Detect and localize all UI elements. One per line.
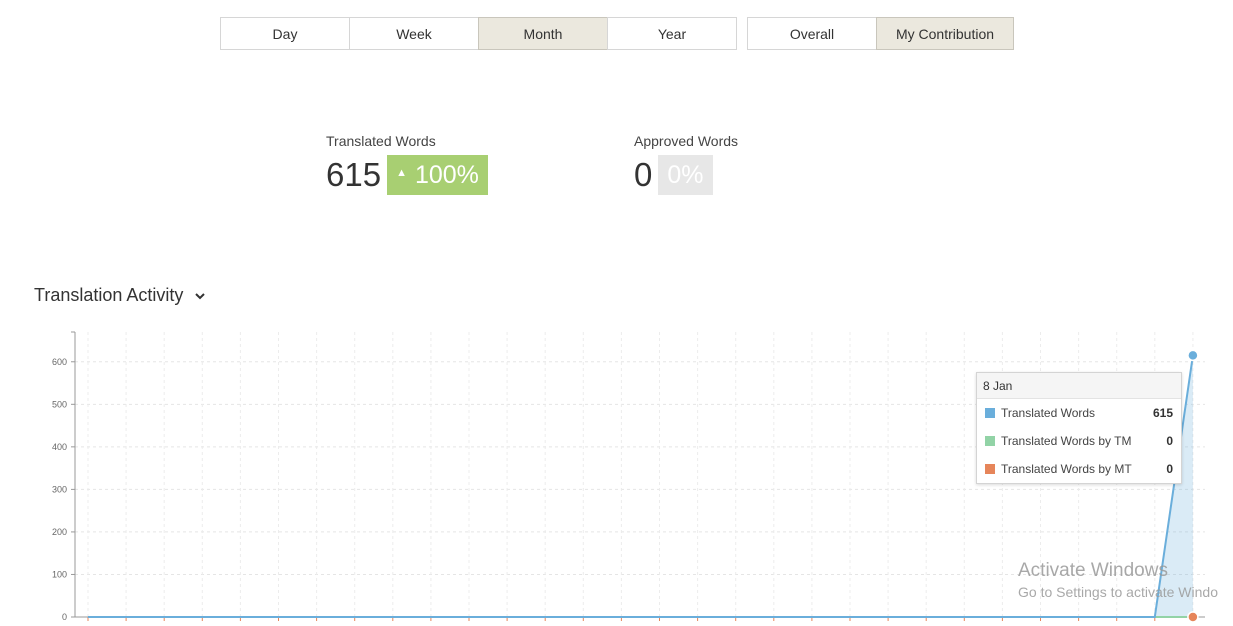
y-tick-label: 100 xyxy=(52,569,67,579)
watermark-subtitle: Go to Settings to activate Windo xyxy=(1018,584,1218,600)
legend-swatch xyxy=(985,464,995,474)
legend-swatch xyxy=(985,408,995,418)
tooltip-row-label: Translated Words xyxy=(1001,406,1096,420)
y-tick-label: 500 xyxy=(52,399,67,409)
tooltip-row-value: 615 xyxy=(1152,406,1173,420)
tooltip-row-label: Translated Words by TM xyxy=(1001,434,1132,448)
tooltip-row-translated: Translated Words 615 xyxy=(977,399,1181,427)
legend-swatch xyxy=(985,436,995,446)
y-tick-label: 400 xyxy=(52,442,67,452)
tooltip-row-label: Translated Words by MT xyxy=(1001,462,1132,476)
tooltip-row-value: 0 xyxy=(1166,434,1173,448)
y-tick-label: 200 xyxy=(52,527,67,537)
data-point xyxy=(1187,611,1199,623)
tooltip-row-mt: Translated Words by MT 0 xyxy=(977,455,1181,483)
y-tick-label: 300 xyxy=(52,484,67,494)
y-tick-label: 0 xyxy=(62,612,67,622)
tooltip-date: 8 Jan xyxy=(977,373,1181,399)
data-point xyxy=(1187,349,1199,362)
y-tick-label: 600 xyxy=(52,357,67,367)
watermark-title: Activate Windows xyxy=(1018,560,1168,581)
chart-tooltip: 8 Jan Translated Words 615 Translated Wo… xyxy=(976,372,1182,484)
activate-windows-watermark: Activate Windows Go to Settings to activ… xyxy=(1018,560,1218,600)
tooltip-row-tm: Translated Words by TM 0 xyxy=(977,427,1181,455)
translation-activity-chart: 0 100 200 300 400 500 600 xyxy=(52,331,1205,623)
tooltip-row-value: 0 xyxy=(1166,462,1173,476)
